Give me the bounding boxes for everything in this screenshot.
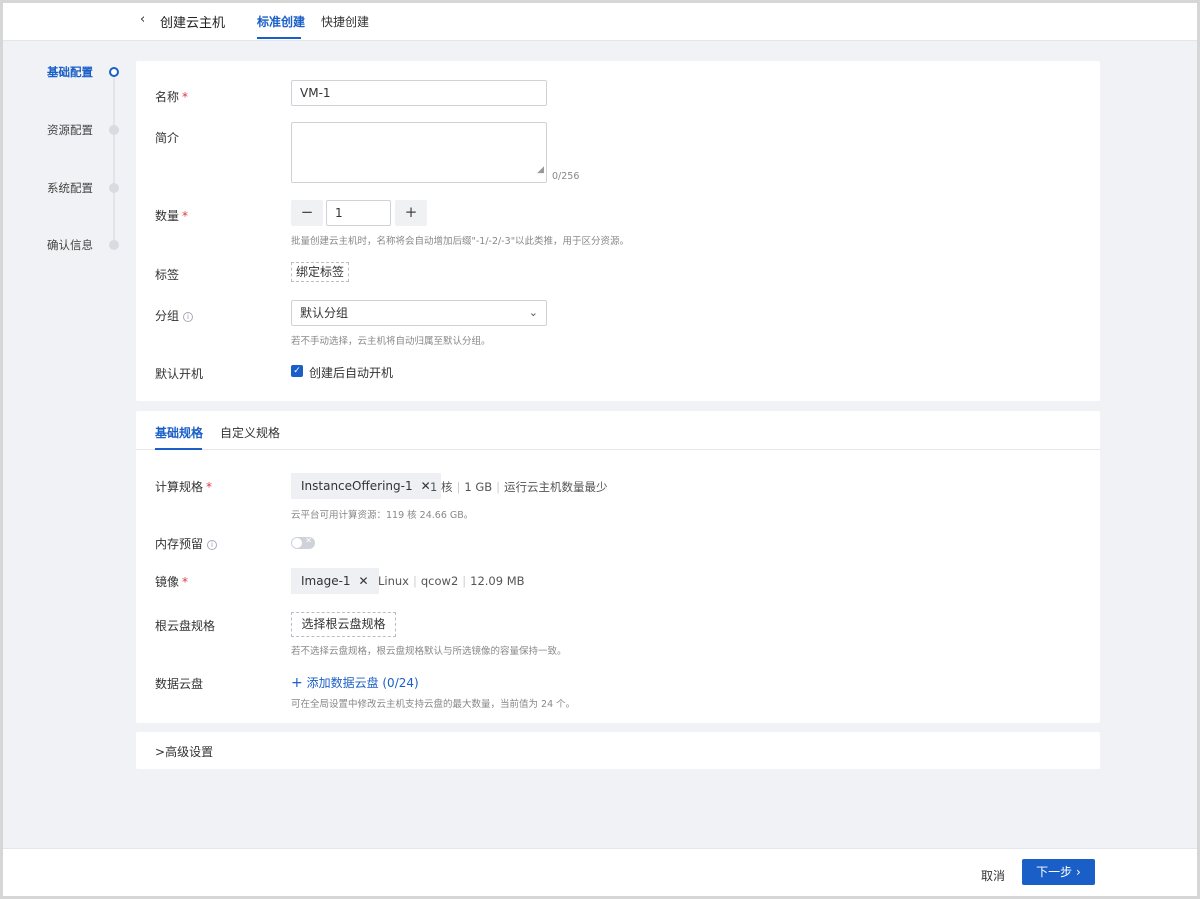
basic-info-card: 名称 * VM-1 简介 ◢ 0/256 数量 * − 1 + 批量创建云主机时，名… xyxy=(136,61,1100,401)
plus-icon: + xyxy=(291,675,303,691)
group-select-value: 默认分组 xyxy=(300,306,349,320)
compute-spec-value: InstanceOffering-1 xyxy=(301,479,413,493)
cancel-button[interactable]: 取消 xyxy=(981,867,1005,884)
quantity-label: 数量 * xyxy=(155,209,189,223)
image-size: 12.09 MB xyxy=(470,574,525,588)
tab-basic-spec[interactable]: 基础规格 xyxy=(155,424,203,441)
tab-custom-spec[interactable]: 自定义规格 xyxy=(220,424,280,441)
compute-spec-tag: InstanceOffering-1 ✕ xyxy=(291,473,441,499)
step-dot xyxy=(109,240,119,250)
name-input[interactable]: VM-1 xyxy=(291,80,547,106)
toggle-knob xyxy=(292,538,302,548)
compute-spec-meta: 1 核 | 1 GB | 运行云主机数量最少 xyxy=(430,480,608,494)
step-dot-active xyxy=(109,67,119,77)
tab-standard-create[interactable]: 标准创建 xyxy=(257,13,305,30)
info-icon[interactable]: i xyxy=(207,540,218,550)
quantity-increment-button[interactable]: + xyxy=(395,200,427,226)
info-icon[interactable]: i xyxy=(183,312,194,322)
memory-size: 1 GB xyxy=(464,480,493,494)
step-resource-config[interactable]: 资源配置 xyxy=(47,122,93,138)
root-disk-label: 根云盘规格 xyxy=(155,619,216,633)
image-format: qcow2 xyxy=(420,574,459,588)
cpu-cores: 1 核 xyxy=(430,480,453,494)
auto-power-on-checkbox-label[interactable]: 创建后自动开机 xyxy=(309,364,393,381)
chevron-right-icon: > xyxy=(155,745,166,759)
bind-tag-button[interactable]: 绑定标签 xyxy=(291,262,349,282)
chevron-right-icon: › xyxy=(1076,865,1081,879)
description-textarea[interactable]: ◢ xyxy=(291,122,547,183)
image-label: 镜像 * xyxy=(155,575,189,589)
image-meta: Linux | qcow2 | 12.09 MB xyxy=(378,574,525,588)
image-os: Linux xyxy=(378,574,409,588)
auto-power-on-checkbox[interactable]: ✓ xyxy=(291,365,303,377)
app-window: ‹ 创建云主机 标准创建 快捷创建 基础配置 资源配置 系统配置 确认信息 名称… xyxy=(0,0,1200,899)
spec-tab-bar: 基础规格 自定义规格 xyxy=(136,411,1100,450)
active-tab-indicator xyxy=(155,448,202,450)
tab-quick-create[interactable]: 快捷创建 xyxy=(321,13,369,30)
step-connector-line xyxy=(113,73,115,245)
group-hint: 若不手动选择，云主机将自动归属至默认分组。 xyxy=(291,336,491,347)
add-data-disk-link[interactable]: + 添加数据云盘 (0/24) xyxy=(291,674,419,691)
memory-reserve-label: 内存预留 i xyxy=(155,535,218,552)
chevron-down-icon: ⌄ xyxy=(528,306,538,319)
step-confirm-info[interactable]: 确认信息 xyxy=(47,237,93,253)
step-dot xyxy=(109,183,119,193)
power-on-label: 默认开机 xyxy=(155,367,204,381)
select-root-disk-button[interactable]: 选择根云盘规格 xyxy=(291,612,396,637)
resize-handle-icon[interactable]: ◢ xyxy=(537,158,544,182)
quantity-decrement-button[interactable]: − xyxy=(291,200,323,226)
group-select[interactable]: 默认分组 ⌄ xyxy=(291,300,547,326)
group-label: 分组 i xyxy=(155,307,194,324)
allocation-strategy: 运行云主机数量最少 xyxy=(504,480,608,494)
close-icon[interactable]: ✕ xyxy=(359,574,369,588)
back-chevron-icon[interactable]: ‹ xyxy=(140,12,145,27)
toggle-off-icon: ✕ xyxy=(305,536,312,545)
image-value: Image-1 xyxy=(301,574,351,588)
spec-card: 基础规格 自定义规格 计算规格 * InstanceOffering-1 ✕ 1 核… xyxy=(136,411,1100,723)
tag-label: 标签 xyxy=(155,268,180,282)
description-char-counter: 0/256 xyxy=(552,171,580,182)
footer-bar: 取消 下一步 › xyxy=(3,848,1197,896)
next-step-button[interactable]: 下一步 › xyxy=(1022,859,1095,885)
root-disk-hint: 若不选择云盘规格，根云盘规格默认与所选镜像的容量保持一致。 xyxy=(291,646,567,657)
compute-resource-hint: 云平台可用计算资源：119 核 24.66 GB。 xyxy=(291,510,474,521)
memory-reserve-toggle[interactable]: ✕ xyxy=(291,536,315,549)
name-label: 名称 * xyxy=(155,90,189,104)
active-tab-indicator xyxy=(257,37,301,39)
step-system-config[interactable]: 系统配置 xyxy=(47,180,93,196)
quantity-hint: 批量创建云主机时，名称将会自动增加后缀"-1/-2/-3"以此类推，用于区分资源… xyxy=(291,236,630,247)
step-dot xyxy=(109,125,119,135)
data-disk-hint: 可在全局设置中修改云主机支持云盘的最大数量，当前值为 24 个。 xyxy=(291,699,576,710)
image-tag: Image-1 ✕ xyxy=(291,568,379,594)
data-disk-label: 数据云盘 xyxy=(155,677,204,691)
page-title: 创建云主机 xyxy=(160,16,226,31)
compute-spec-label: 计算规格 * xyxy=(155,480,213,494)
quantity-input[interactable]: 1 xyxy=(326,200,391,226)
description-label: 简介 xyxy=(155,131,180,145)
advanced-settings-card[interactable]: >高级设置 xyxy=(136,732,1100,769)
top-header: ‹ 创建云主机 标准创建 快捷创建 xyxy=(3,3,1197,41)
advanced-settings-toggle[interactable]: >高级设置 xyxy=(155,743,213,760)
step-basic-config[interactable]: 基础配置 xyxy=(47,64,93,80)
